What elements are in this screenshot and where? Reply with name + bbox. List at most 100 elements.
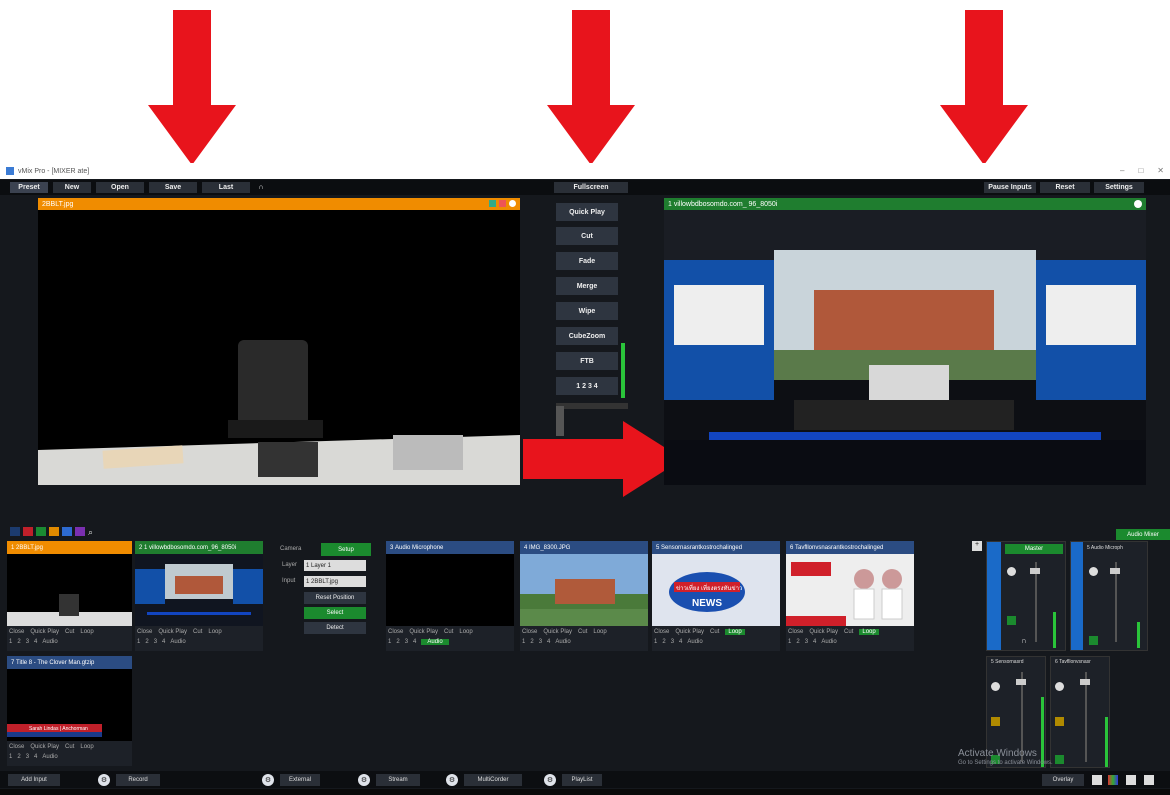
loop-button[interactable]: Loop — [593, 629, 606, 635]
overlay-1-button[interactable]: 1 — [137, 639, 140, 645]
quick-play-button[interactable]: Quick Play — [30, 629, 59, 635]
close-button[interactable]: Close — [9, 744, 24, 750]
input-tile[interactable]: 3 Audio Microphone Close Quick Play Cut Loo… — [386, 541, 514, 651]
reset-button[interactable]: Reset — [1040, 182, 1090, 193]
audio-button[interactable]: Audio — [687, 639, 702, 645]
cut-button[interactable]: Cut — [444, 629, 453, 635]
maximize-button[interactable]: □ — [1138, 166, 1143, 175]
playlist-button[interactable]: PlayList — [562, 774, 602, 786]
settings-gear-icon[interactable]: ⚙ — [358, 774, 370, 786]
close-button[interactable]: Close — [388, 629, 403, 635]
last-button[interactable]: Last — [202, 182, 250, 193]
settings-button[interactable]: Settings — [1094, 182, 1144, 193]
open-button[interactable]: Open — [96, 182, 144, 193]
overlay-3-button[interactable]: 3 — [805, 639, 808, 645]
settings-gear-icon[interactable]: ⚙ — [262, 774, 274, 786]
input-tile[interactable]: 2 1 villowbdbosomdo.com_96_8050i Close Qu… — [135, 541, 263, 651]
channel-fader-knob[interactable] — [1080, 679, 1090, 685]
input-tile[interactable]: 1 2BBLT.jpg Close Quick Play Cut Loop 1234A… — [7, 541, 132, 651]
loop-button[interactable]: Loop — [208, 629, 221, 635]
gear-icon[interactable] — [1055, 682, 1064, 691]
gear-icon[interactable] — [1134, 200, 1142, 208]
overlay-3-button[interactable]: 3 — [539, 639, 542, 645]
ftb-button[interactable]: FTB — [556, 352, 618, 370]
stream-button[interactable]: Stream — [376, 774, 420, 786]
transition-numbers[interactable]: 1 2 3 4 — [556, 377, 618, 395]
overlay-4-button[interactable]: 4 — [162, 639, 165, 645]
solo-button[interactable] — [1055, 717, 1064, 726]
color-filter[interactable] — [49, 527, 59, 536]
overlay-4-button[interactable]: 4 — [547, 639, 550, 645]
loop-button[interactable]: Loop — [80, 744, 93, 750]
list-icon[interactable] — [1092, 775, 1102, 785]
t-bar[interactable] — [556, 403, 628, 409]
close-button[interactable]: Close — [788, 629, 803, 635]
cut-button[interactable]: Cut — [710, 629, 719, 635]
loop-button[interactable]: Loop — [459, 629, 472, 635]
overlay-button[interactable]: Overlay — [1042, 774, 1084, 786]
audio-button[interactable]: Audio — [421, 639, 449, 645]
quick-play-button[interactable]: Quick Play — [675, 629, 704, 635]
settings-gear-icon[interactable]: ⚙ — [544, 774, 556, 786]
overlay-3-button[interactable]: 3 — [26, 639, 29, 645]
mute-button[interactable] — [1055, 755, 1064, 764]
master-fader[interactable] — [1035, 562, 1037, 642]
close-button[interactable]: Close — [654, 629, 669, 635]
audio-button[interactable]: Audio — [170, 639, 185, 645]
layer-select[interactable]: 1 Layer 1 — [304, 560, 366, 571]
overlay-1-button[interactable]: 1 — [788, 639, 791, 645]
gear-icon[interactable] — [509, 200, 516, 207]
gear-icon[interactable] — [1089, 567, 1098, 576]
audio-button[interactable]: Audio — [821, 639, 836, 645]
loop-button[interactable]: Loop — [859, 629, 879, 635]
monitor-icon[interactable] — [1144, 775, 1154, 785]
close-button[interactable]: Close — [9, 629, 24, 635]
color-filter[interactable] — [75, 527, 85, 536]
gear-icon[interactable] — [991, 682, 1000, 691]
overlay-4-button[interactable]: 4 — [34, 639, 37, 645]
close-button[interactable]: ✕ — [1157, 166, 1164, 175]
close-button[interactable]: Close — [522, 629, 537, 635]
channel-fader[interactable] — [1085, 672, 1087, 762]
audio-button[interactable]: Audio — [42, 639, 57, 645]
setup-button[interactable]: Setup — [321, 543, 371, 556]
cut-button[interactable]: Cut — [193, 629, 202, 635]
select-button[interactable]: Select — [304, 607, 366, 619]
color-filter[interactable] — [36, 527, 46, 536]
audio-button[interactable]: Audio — [555, 639, 570, 645]
overlay-4-button[interactable]: 4 — [679, 639, 682, 645]
channel-fader-knob[interactable] — [1110, 568, 1120, 574]
overlay-1-button[interactable]: 1 — [654, 639, 657, 645]
save-button[interactable]: Save — [149, 182, 197, 193]
overlay-4-button[interactable]: 4 — [813, 639, 816, 645]
overlay-2-button[interactable]: 2 — [662, 639, 665, 645]
color-filter[interactable] — [23, 527, 33, 536]
input-tile[interactable]: 4 IMG_8300.JPG Close Quick Play Cut Loop 12… — [520, 541, 648, 651]
headphones-icon[interactable]: ∩ — [254, 182, 268, 193]
search-icon[interactable]: ⌕ — [88, 527, 98, 537]
mix-icon[interactable] — [489, 200, 496, 207]
overlay-4-button[interactable]: 4 — [413, 639, 416, 645]
new-button[interactable]: New — [53, 182, 91, 193]
input-tile[interactable]: 5 Sensornasrantkostrochalinged ข่าวเที่ย… — [652, 541, 780, 651]
cut-button[interactable]: Cut — [556, 227, 618, 245]
headphones-icon[interactable]: ∩ — [1021, 636, 1027, 645]
overlay-3-button[interactable]: 3 — [405, 639, 408, 645]
cut-button[interactable]: Cut — [65, 629, 74, 635]
plus-icon[interactable]: + — [972, 541, 982, 551]
overlay-2-button[interactable]: 2 — [796, 639, 799, 645]
color-filter[interactable] — [62, 527, 72, 536]
wipe-button[interactable]: Wipe — [556, 302, 618, 320]
cut-button[interactable]: Cut — [578, 629, 587, 635]
multicorder-button[interactable]: MultiCorder — [464, 774, 522, 786]
overlay-2-button[interactable]: 2 — [530, 639, 533, 645]
add-input-button[interactable]: Add Input — [8, 774, 60, 786]
merge-button[interactable]: Merge — [556, 277, 618, 295]
record-button[interactable]: Record — [116, 774, 160, 786]
loop-button[interactable]: Loop — [725, 629, 745, 635]
minimize-button[interactable]: – — [1120, 166, 1124, 175]
color-filter[interactable] — [10, 527, 20, 536]
overlay-2-button[interactable]: 2 — [396, 639, 399, 645]
settings-gear-icon[interactable]: ⚙ — [98, 774, 110, 786]
mute-button[interactable] — [1007, 616, 1016, 625]
